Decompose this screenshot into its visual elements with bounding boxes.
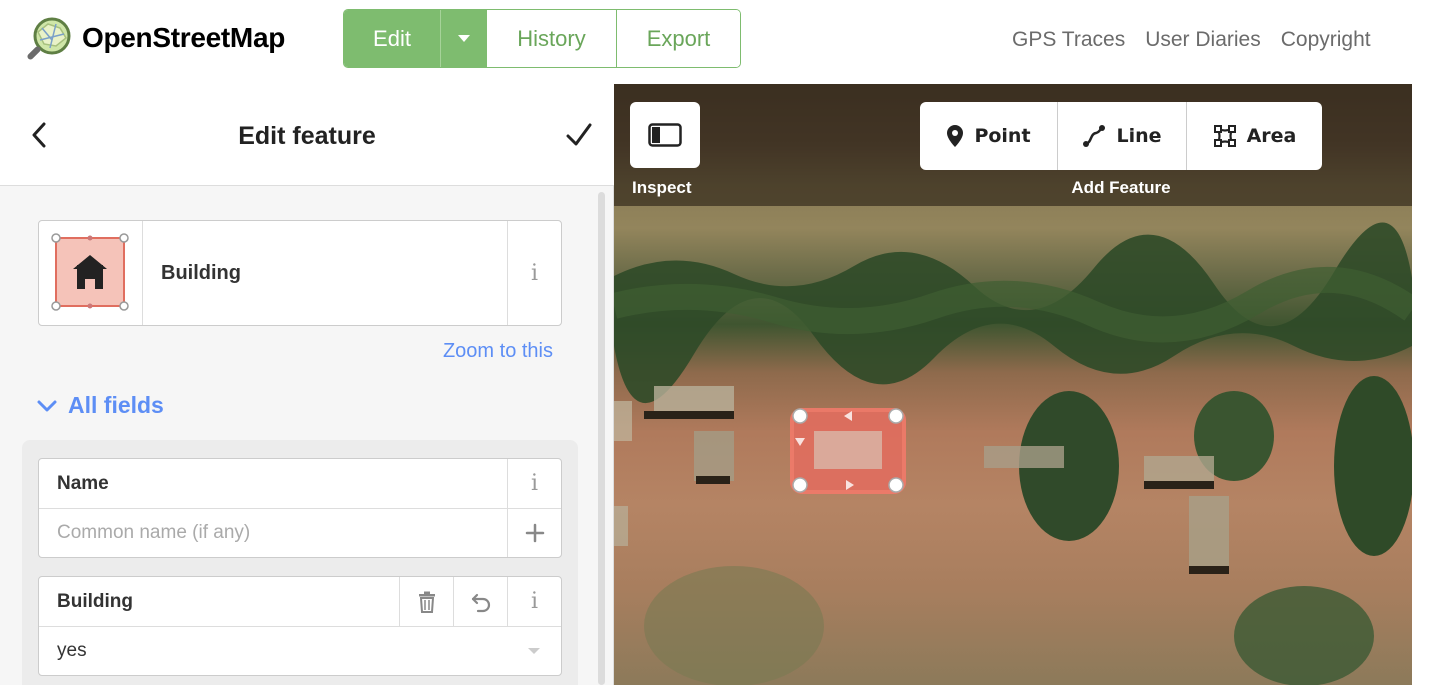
revert-field-button[interactable] — [453, 577, 507, 626]
area-label: Area — [1246, 125, 1297, 147]
name-info-button[interactable]: i — [507, 459, 561, 508]
point-marker-icon — [947, 125, 964, 147]
area-icon — [1213, 125, 1236, 147]
preset-icon-cell — [39, 221, 143, 325]
caret-down-icon — [528, 648, 540, 654]
name-input[interactable]: Common name (if any) — [39, 509, 507, 557]
all-fields-label: All fields — [68, 392, 164, 418]
building-field: Building i yes — [38, 576, 562, 676]
sidebar: Edit feature Building i Zoom to this All… — [0, 84, 614, 685]
sidebar-toggle-icon — [648, 123, 682, 147]
checkmark-icon[interactable] — [564, 120, 594, 150]
add-feature-label: Add Feature — [1071, 178, 1171, 197]
undo-icon — [471, 593, 490, 612]
building-field-body: yes — [39, 627, 561, 675]
chevron-down-icon — [37, 400, 57, 411]
preset-name: Building — [161, 261, 241, 284]
export-button[interactable]: Export — [617, 10, 740, 67]
preset-card[interactable]: Building i — [38, 220, 562, 326]
edit-button-group: Edit History Export — [343, 9, 741, 68]
plus-icon — [525, 523, 544, 543]
inspect-button[interactable] — [630, 102, 700, 168]
add-localized-name-button[interactable] — [507, 509, 561, 557]
map-toolbar: Inspect Point Line Area Add Feature — [614, 84, 1412, 206]
add-point-button[interactable]: Point — [920, 102, 1058, 170]
name-field-label: Name — [57, 472, 109, 494]
house-icon — [51, 233, 129, 311]
sidebar-scrollbar[interactable] — [598, 192, 605, 685]
copyright-link[interactable]: Copyright — [1281, 28, 1371, 51]
preset-info-button[interactable]: i — [507, 221, 561, 325]
history-button[interactable]: History — [487, 10, 617, 67]
page-margin — [1412, 84, 1431, 685]
zoom-to-this-link[interactable]: Zoom to this — [380, 340, 553, 363]
add-area-button[interactable]: Area — [1187, 102, 1322, 170]
header-links: GPS Traces User Diaries Copyright — [1012, 28, 1431, 52]
remove-field-button[interactable] — [399, 577, 453, 626]
osm-logo-icon[interactable] — [22, 14, 74, 66]
all-fields-toggle[interactable]: All fields — [36, 392, 164, 419]
building-combo-input[interactable]: yes — [39, 627, 507, 675]
user-diaries-link[interactable]: User Diaries — [1145, 28, 1261, 51]
name-field-body: Common name (if any) — [39, 509, 561, 557]
add-feature-group: Point Line Area — [920, 102, 1322, 170]
trash-icon — [418, 591, 435, 613]
caret-down-icon — [458, 35, 470, 42]
building-info-button[interactable]: i — [507, 577, 561, 626]
name-field: Name i Common name (if any) — [38, 458, 562, 558]
building-field-header: Building i — [39, 577, 561, 627]
edit-button[interactable]: Edit — [344, 10, 441, 67]
gps-traces-link[interactable]: GPS Traces — [1012, 28, 1125, 51]
top-navigation: OpenStreetMap Edit History Export GPS Tr… — [0, 0, 1431, 82]
building-field-label: Building — [57, 590, 133, 612]
add-line-button[interactable]: Line — [1058, 102, 1187, 170]
brand-name[interactable]: OpenStreetMap — [82, 22, 285, 54]
inspect-label: Inspect — [632, 178, 692, 197]
sidebar-title: Edit feature — [238, 122, 376, 150]
combo-caret-button[interactable] — [507, 627, 561, 675]
sidebar-header: Edit feature — [0, 84, 614, 186]
name-field-header: Name i — [39, 459, 561, 509]
point-label: Point — [974, 125, 1031, 147]
map-canvas[interactable]: Inspect Point Line Area Add Feature — [614, 84, 1412, 685]
edit-dropdown-button[interactable] — [441, 10, 487, 67]
fields-container: Name i Common name (if any) Building i y… — [22, 440, 578, 685]
satellite-imagery — [614, 222, 1412, 685]
line-label: Line — [1116, 125, 1162, 147]
line-icon — [1083, 125, 1106, 147]
